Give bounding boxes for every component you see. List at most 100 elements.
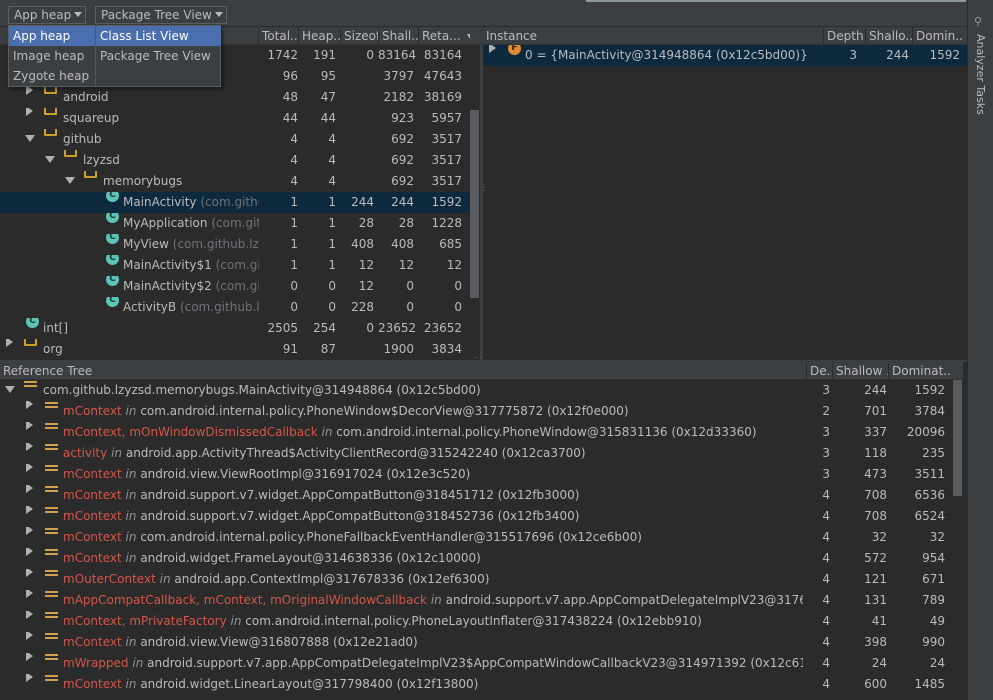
col-sizeof[interactable]: Sizeof bbox=[340, 27, 378, 44]
menu-item-image-heap[interactable]: Image heap bbox=[9, 46, 95, 66]
expand-arrow-icon[interactable] bbox=[26, 443, 33, 451]
ref-target: com.android.internal.policy.PhoneFallbac… bbox=[140, 530, 642, 544]
tree-row-lzyzsd[interactable]: lzyzsd 4 4 692 3517 bbox=[0, 150, 470, 171]
ref-row[interactable]: mContext in com.android.internal.policy.… bbox=[0, 401, 952, 422]
col-shallow-size[interactable]: Shallo... bbox=[865, 27, 912, 44]
cell-shallow: 600 bbox=[864, 677, 887, 691]
col-total[interactable]: Total... bbox=[258, 27, 298, 44]
splitter-grip-icon[interactable]: ⋮ bbox=[480, 184, 488, 198]
tree-row-myview[interactable]: C MyView (com.github.lzy 1 1 408 408 685 bbox=[0, 234, 470, 255]
col-ref-shallow[interactable]: Shallow ... bbox=[832, 362, 888, 379]
col-depth[interactable]: Depth bbox=[823, 27, 865, 44]
col-shallow[interactable]: Shall... bbox=[378, 27, 418, 44]
ref-row[interactable]: mWrapped in android.support.v7.app.AppCo… bbox=[0, 653, 952, 674]
col-instance[interactable]: Instance bbox=[483, 27, 823, 44]
expand-arrow-icon[interactable] bbox=[489, 45, 496, 53]
col-ref-depth[interactable]: De... bbox=[806, 362, 832, 379]
splitter-grip-icon[interactable]: ⋯ bbox=[474, 354, 488, 362]
tree-row-mainactivity[interactable]: C MainActivity (com.github 1 1 244 244 1… bbox=[0, 192, 470, 213]
col-retained[interactable]: Reta... bbox=[418, 27, 470, 44]
expand-arrow-icon[interactable] bbox=[26, 569, 33, 577]
expand-arrow-icon[interactable] bbox=[26, 590, 33, 598]
ref-root-row[interactable]: com.github.lzyzsd.memorybugs.MainActivit… bbox=[0, 380, 952, 401]
ref-text: mWrapped in android.support.v7.app.AppCo… bbox=[63, 653, 803, 674]
col-reference[interactable]: Reference Tree bbox=[0, 362, 806, 379]
expand-arrow-icon[interactable] bbox=[26, 485, 33, 493]
expand-arrow-icon[interactable] bbox=[26, 611, 33, 619]
cell-total: 44 bbox=[282, 111, 298, 125]
analyzer-tasks-icon[interactable]: ⚲ bbox=[974, 16, 986, 28]
expand-arrow-icon[interactable] bbox=[26, 464, 33, 472]
col-heap-count[interactable]: Heap... bbox=[298, 27, 340, 44]
expand-arrow-icon[interactable] bbox=[6, 339, 13, 347]
expand-arrow-icon[interactable] bbox=[26, 422, 33, 430]
analyzer-tasks-tab[interactable]: Analyzer Tasks bbox=[974, 34, 987, 115]
ref-row[interactable]: mContext in android.widget.FrameLayout@3… bbox=[0, 548, 952, 569]
menu-item-app-heap[interactable]: App heap bbox=[9, 26, 95, 46]
ref-row[interactable]: activity in android.app.ActivityThread$A… bbox=[0, 443, 952, 464]
class-name: MainActivity$2 bbox=[123, 279, 212, 293]
tree-row-activityb[interactable]: C ActivityB (com.github.lzy 0 0 228 0 0 bbox=[0, 297, 470, 318]
ref-in-word: in bbox=[321, 425, 333, 439]
expand-arrow-icon[interactable] bbox=[26, 632, 33, 640]
cell-dominating: 20096 bbox=[906, 425, 945, 439]
expand-arrow-icon[interactable] bbox=[26, 674, 33, 682]
ref-row[interactable]: mContext in android.widget.LinearLayout@… bbox=[0, 674, 952, 695]
menu-item-zygote-heap[interactable]: Zygote heap bbox=[9, 66, 95, 86]
expand-arrow-icon[interactable] bbox=[26, 87, 33, 95]
tree-row-int-array[interactable]: C int[] 2505 254 0 23652 23652 bbox=[0, 318, 470, 339]
instance-row[interactable]: F 0 = {MainActivity@314948864 (0x12c5bd0… bbox=[483, 45, 967, 66]
cell-heap: 0 bbox=[328, 300, 336, 314]
ref-row[interactable]: mAppCompatCallback, mContext, mOriginalW… bbox=[0, 590, 952, 611]
cell-depth: 3 bbox=[822, 467, 830, 481]
view-selector-combo[interactable]: Package Tree View bbox=[95, 6, 227, 24]
ref-row[interactable]: mContext, mPrivateFactory in com.android… bbox=[0, 611, 952, 632]
expand-arrow-icon[interactable] bbox=[26, 527, 33, 535]
reference-tree-scrollbar[interactable] bbox=[953, 380, 962, 496]
expand-arrow-icon[interactable] bbox=[26, 653, 33, 661]
tree-row-memorybugs[interactable]: memorybugs 4 4 692 3517 bbox=[0, 171, 470, 192]
reference-icon bbox=[24, 380, 37, 388]
tree-row-squareup[interactable]: squareup 44 44 923 5957 bbox=[0, 108, 470, 129]
ref-row[interactable]: mOuterContext in android.app.ContextImpl… bbox=[0, 569, 952, 590]
ref-row[interactable]: mContext in android.view.ViewRootImpl@31… bbox=[0, 464, 952, 485]
collapse-arrow-icon[interactable] bbox=[65, 177, 75, 184]
ref-row[interactable]: mContext in android.support.v7.widget.Ap… bbox=[0, 506, 952, 527]
tree-row-org[interactable]: org 91 87 1900 3834 bbox=[0, 339, 470, 360]
cell-dominating: 3784 bbox=[914, 404, 945, 418]
collapse-arrow-icon[interactable] bbox=[5, 386, 15, 393]
ref-in-word: in bbox=[230, 614, 242, 628]
menu-item-class-list-view[interactable]: Class List View bbox=[96, 26, 221, 46]
package-name: lzyzsd bbox=[83, 153, 120, 167]
class-tree-scrollbar[interactable] bbox=[470, 110, 479, 298]
ref-text: mAppCompatCallback, mContext, mOriginalW… bbox=[63, 590, 803, 611]
expand-arrow-icon[interactable] bbox=[26, 108, 33, 116]
ref-target: android.app.ActivityThread$ActivityClien… bbox=[125, 446, 586, 460]
tree-row-mainactivity2[interactable]: C MainActivity$2 (com.gitl 0 0 12 0 0 bbox=[0, 276, 470, 297]
tree-row-github[interactable]: github 4 4 692 3517 bbox=[0, 129, 470, 150]
collapse-arrow-icon[interactable] bbox=[45, 156, 55, 163]
tree-row-android[interactable]: android 48 47 2182 38169 bbox=[0, 87, 470, 108]
expand-arrow-icon[interactable] bbox=[26, 548, 33, 556]
class-name-cell: MainActivity$1 (com.gitl bbox=[123, 255, 259, 276]
cell-sizeof: 0 bbox=[366, 321, 374, 335]
cell-shallow: 244 bbox=[886, 48, 909, 62]
ref-row[interactable]: mContext in com.android.internal.policy.… bbox=[0, 527, 952, 548]
ref-target: android.support.v7.widget.AppCompatButto… bbox=[140, 509, 580, 523]
expand-arrow-icon[interactable] bbox=[26, 401, 33, 409]
ref-row[interactable]: mContext in android.view.View@316807888 … bbox=[0, 632, 952, 653]
expand-arrow-icon[interactable] bbox=[26, 506, 33, 514]
tree-row-myapplication[interactable]: C MyApplication (com.gith 1 1 28 28 1228 bbox=[0, 213, 470, 234]
class-package: (com.github.lzy bbox=[179, 300, 259, 314]
tree-row-mainactivity1[interactable]: C MainActivity$1 (com.gitl 1 1 12 12 12 bbox=[0, 255, 470, 276]
col-dominating[interactable]: Domin... bbox=[912, 27, 962, 44]
collapse-arrow-icon[interactable] bbox=[25, 135, 35, 142]
reference-icon bbox=[45, 464, 58, 472]
ref-row[interactable]: mContext in android.support.v7.widget.Ap… bbox=[0, 485, 952, 506]
cell-retained: 3517 bbox=[431, 174, 462, 188]
ref-field-name: mContext, mOnWindowDismissedCallback bbox=[63, 425, 318, 439]
heap-selector-combo[interactable]: App heap bbox=[8, 6, 86, 24]
menu-item-package-tree-view[interactable]: Package Tree View bbox=[96, 46, 221, 66]
ref-row[interactable]: mContext, mOnWindowDismissedCallback in … bbox=[0, 422, 952, 443]
col-ref-dominating[interactable]: Dominat... bbox=[888, 362, 950, 379]
